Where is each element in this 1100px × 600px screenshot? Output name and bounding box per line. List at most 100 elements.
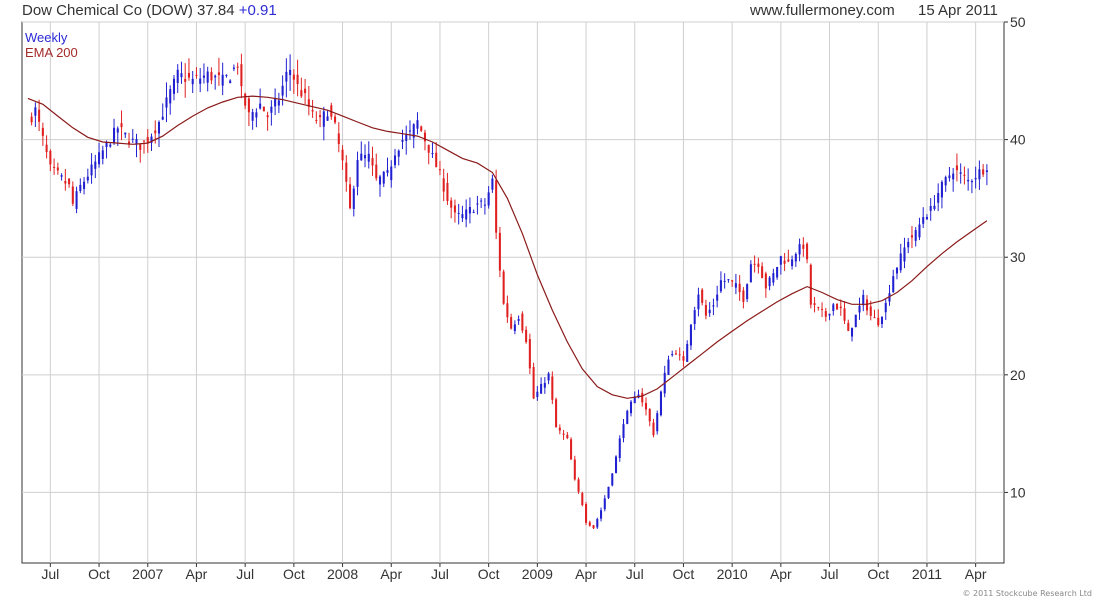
- chart-page: Dow Chemical Co (DOW) 37.84 +0.91 www.fu…: [0, 0, 1100, 600]
- copyright-footer: © 2011 Stockcube Research Ltd: [962, 589, 1092, 598]
- candle-up: [967, 179, 970, 182]
- x-tick-label: Apr: [380, 566, 402, 582]
- price-chart: 10 20 30 40 50 Jul Oct 2007 Apr Jul Oct 2008 Apr Jul O…: [21, 14, 1026, 582]
- candle-down: [802, 244, 805, 249]
- candle-up: [259, 103, 262, 109]
- candle-down: [262, 106, 265, 112]
- candle-down: [963, 174, 966, 176]
- candle-up: [251, 112, 254, 121]
- candle-down: [236, 66, 239, 68]
- candle-up: [794, 254, 797, 262]
- candle-up: [974, 177, 977, 180]
- x-tick-label: Oct: [283, 566, 305, 582]
- candle-up: [798, 244, 801, 255]
- y-tick-label: 50: [1010, 14, 1026, 30]
- candle-up: [689, 324, 692, 346]
- candle-down: [217, 72, 220, 76]
- candle-up: [884, 302, 887, 313]
- candle-down: [304, 88, 307, 94]
- candle-up: [607, 486, 610, 498]
- y-tick-label: 30: [1010, 249, 1026, 265]
- candle-up: [892, 276, 895, 293]
- candle-up: [480, 200, 483, 202]
- candle-up: [408, 130, 412, 132]
- candle-down: [506, 303, 509, 318]
- candle-up: [978, 169, 981, 180]
- candle-down: [592, 525, 595, 529]
- candle-down: [337, 133, 340, 145]
- y-tick-label: 20: [1010, 367, 1026, 383]
- candle-down: [521, 313, 524, 331]
- candle-down: [495, 180, 498, 233]
- candle-up: [854, 314, 857, 328]
- candle-up: [172, 78, 176, 94]
- candle-up: [626, 410, 629, 424]
- candle-up: [468, 207, 471, 214]
- candle-down: [738, 283, 741, 293]
- candle-up: [397, 150, 400, 157]
- x-tick-label: Apr: [186, 566, 208, 582]
- candle-up: [903, 247, 906, 262]
- candle-up: [952, 173, 955, 180]
- candle-up: [34, 107, 37, 116]
- candle-up: [933, 205, 936, 210]
- candle-up: [191, 78, 194, 85]
- candle-down: [836, 304, 839, 310]
- candle-down: [704, 304, 707, 316]
- candle-down: [453, 205, 456, 213]
- candle-down: [244, 93, 247, 106]
- candle-down: [315, 119, 318, 121]
- candle-up: [985, 170, 988, 173]
- candle-down: [955, 165, 958, 171]
- candle-down: [341, 149, 344, 161]
- x-tick-label: 2011: [912, 566, 942, 582]
- x-tick-label: 2009: [522, 566, 553, 582]
- candle-down: [528, 339, 531, 369]
- candle-down: [53, 166, 56, 168]
- candle-up: [90, 164, 93, 176]
- candle-down: [839, 306, 842, 309]
- candle-down: [787, 259, 790, 262]
- candle-up: [547, 373, 550, 381]
- candle-up: [543, 382, 546, 388]
- candle-up: [614, 456, 618, 473]
- x-tick-label: Apr: [770, 566, 792, 582]
- x-tick-label: Jul: [626, 566, 644, 582]
- candle-up: [693, 310, 696, 325]
- candle-up: [75, 191, 78, 209]
- candle-up: [659, 391, 663, 416]
- x-tick-label: 2008: [327, 566, 358, 582]
- candle-up: [749, 264, 752, 283]
- candle-down: [585, 504, 588, 523]
- candle-down: [349, 184, 352, 209]
- candle-down: [427, 144, 430, 153]
- candle-down: [30, 116, 33, 123]
- candle-up: [202, 75, 205, 78]
- candle-down: [420, 126, 423, 131]
- candle-down: [847, 322, 850, 331]
- candle-down: [701, 289, 704, 303]
- candle-up: [232, 67, 235, 69]
- candle-up: [712, 305, 715, 307]
- candle-up: [697, 294, 700, 310]
- candle-down: [555, 399, 558, 428]
- candle-up: [270, 106, 273, 113]
- candle-up: [60, 175, 63, 177]
- candle-down: [210, 71, 213, 81]
- candle-down: [292, 74, 295, 80]
- candle-up: [483, 204, 486, 206]
- candle-up: [708, 309, 711, 314]
- x-tick-label: Apr: [965, 566, 987, 582]
- candle-down: [435, 152, 438, 168]
- candle-up: [768, 277, 771, 287]
- candle-up: [356, 160, 359, 187]
- candle-down: [644, 403, 648, 410]
- candle-up: [221, 74, 224, 86]
- candle-up: [109, 144, 112, 147]
- candle-down: [68, 178, 71, 185]
- candle-down: [120, 123, 123, 128]
- candle-down: [525, 329, 528, 343]
- candle-down: [311, 110, 314, 112]
- candle-down: [562, 433, 565, 435]
- candle-up: [948, 175, 951, 179]
